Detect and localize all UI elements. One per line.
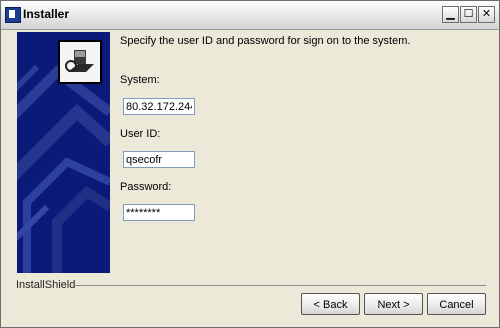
title-bar[interactable]: Installer ▁ ☐ ✕ (1, 1, 499, 30)
installer-window: Installer ▁ ☐ ✕ Specify the user ID and … (0, 0, 500, 328)
password-input[interactable] (123, 204, 195, 221)
instruction-text: Specify the user ID and password for sig… (120, 35, 411, 47)
password-label: Password: (120, 181, 172, 193)
cancel-button[interactable]: Cancel (427, 293, 486, 315)
side-banner (17, 32, 110, 273)
userid-input[interactable] (123, 151, 195, 168)
installer-app-icon (5, 7, 21, 23)
maximize-icon[interactable]: ☐ (460, 6, 477, 23)
installer-logo-icon (58, 40, 102, 84)
system-input[interactable] (123, 98, 195, 115)
close-icon[interactable]: ✕ (478, 6, 495, 23)
minimize-icon[interactable]: ▁ (442, 6, 459, 23)
system-label: System: (120, 74, 160, 86)
footer-divider (74, 285, 486, 286)
userid-label: User ID: (120, 128, 161, 140)
next-button[interactable]: Next > (364, 293, 423, 315)
installshield-label: InstallShield (16, 279, 76, 291)
window-title: Installer (23, 7, 70, 21)
back-button[interactable]: < Back (301, 293, 360, 315)
